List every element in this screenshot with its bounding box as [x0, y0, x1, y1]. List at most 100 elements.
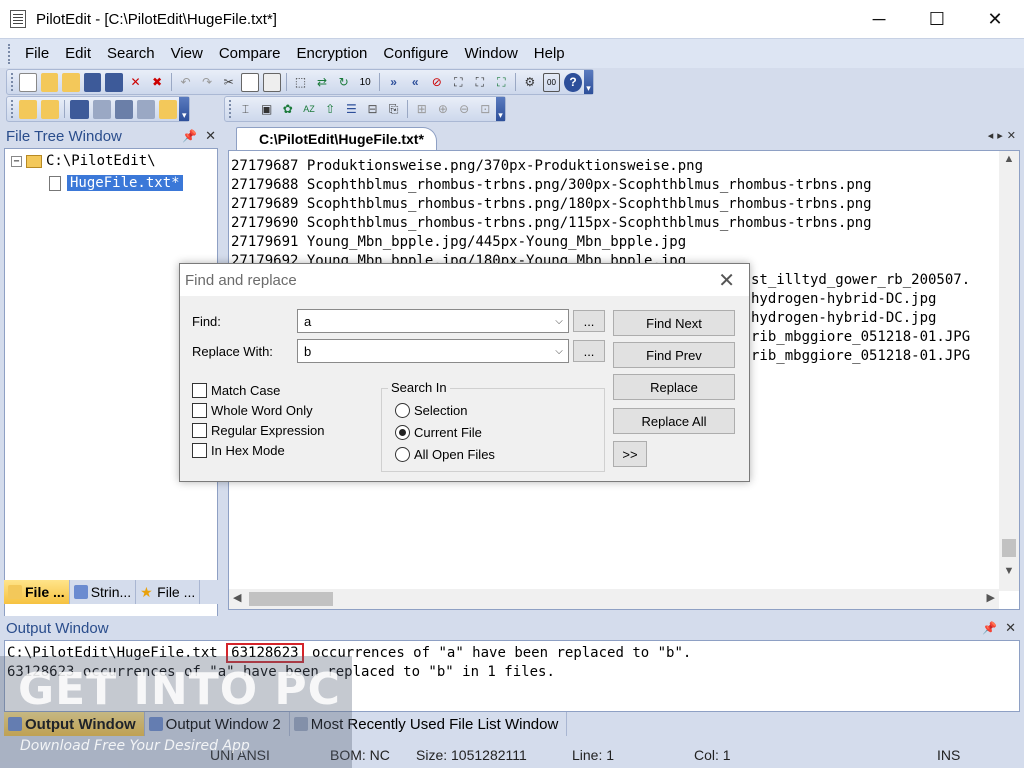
toolbar-overflow-icon[interactable]: ▾: [583, 70, 594, 94]
open-folder-icon[interactable]: [40, 72, 59, 92]
new-window-icon[interactable]: ▣: [258, 100, 275, 119]
column-mode-icon[interactable]: ⌶: [237, 100, 254, 119]
undo-icon[interactable]: ↶: [177, 73, 195, 92]
redo-icon[interactable]: ↷: [198, 73, 216, 92]
menu-encryption[interactable]: Encryption: [289, 45, 376, 62]
tab-file-tree[interactable]: File ...: [4, 580, 70, 604]
select-icon[interactable]: ⬚: [292, 73, 310, 92]
save-icon[interactable]: [83, 72, 102, 92]
scroll-up-icon[interactable]: ▲: [999, 153, 1019, 165]
scroll-right-icon[interactable]: ▶: [987, 591, 995, 604]
menu-search[interactable]: Search: [99, 45, 163, 62]
menu-file[interactable]: File: [17, 45, 57, 62]
toolbar-grip[interactable]: [11, 100, 14, 118]
chevron-down-icon[interactable]: ⌵: [550, 316, 568, 327]
more-options-button[interactable]: >>: [613, 441, 647, 467]
replace-combo[interactable]: b ⌵: [297, 339, 569, 363]
open-recent-icon[interactable]: [62, 72, 80, 92]
new-file-icon[interactable]: [18, 72, 37, 92]
indent-icon[interactable]: »: [385, 73, 403, 92]
sort-icon[interactable]: 10: [356, 73, 374, 92]
close-icon[interactable]: ✕: [1005, 620, 1016, 636]
binoculars-icon[interactable]: ⛶: [450, 73, 468, 92]
copy-icon[interactable]: [241, 72, 260, 92]
find-next-button[interactable]: Find Next: [613, 310, 735, 336]
find-replace-icon[interactable]: ⛶: [493, 73, 511, 92]
close-icon[interactable]: ✕: [205, 128, 216, 144]
expand-icon[interactable]: ⊞: [413, 100, 430, 119]
whole-word-checkbox[interactable]: Whole Word Only: [192, 403, 313, 418]
horizontal-scrollbar[interactable]: ◀ ▶: [229, 589, 999, 609]
refresh-icon[interactable]: ↻: [335, 73, 353, 92]
split-icon[interactable]: ⊟: [364, 100, 381, 119]
tab-recent-files[interactable]: Most Recently Used File List Window: [290, 712, 568, 736]
print-preview-icon[interactable]: [114, 99, 133, 119]
replace-button[interactable]: Replace: [613, 374, 735, 400]
tree-file-row[interactable]: HugeFile.txt*: [49, 173, 183, 193]
tools-icon[interactable]: ⚙: [521, 73, 539, 92]
toolbar-grip[interactable]: [229, 100, 232, 118]
scroll-left-icon[interactable]: ◀: [233, 591, 241, 604]
output-text-area[interactable]: C:\PilotEdit\HugeFile.txt 63128623 occur…: [4, 640, 1020, 712]
open-folder-tree-icon[interactable]: [41, 99, 60, 119]
radio-current-file[interactable]: Current File: [395, 425, 482, 440]
menu-view[interactable]: View: [163, 45, 211, 62]
toolbar-overflow-icon[interactable]: ▾: [179, 97, 190, 121]
remove-icon[interactable]: ⊖: [456, 100, 473, 119]
close-button[interactable]: ✕: [966, 0, 1024, 38]
radio-selection[interactable]: Selection: [395, 403, 467, 418]
settings-icon[interactable]: ✿: [279, 100, 296, 119]
editor-line[interactable]: 27179691 Young_Mbn_bpple.jpg/445px-Young…: [231, 233, 970, 252]
page-setup-icon[interactable]: [137, 99, 156, 119]
editor-line[interactable]: 27179688 Scophthblmus_rhombus-trbns.png/…: [231, 176, 970, 195]
help-icon[interactable]: ?: [564, 72, 582, 92]
pin-icon[interactable]: 📌: [182, 129, 197, 143]
minimize-button[interactable]: ─: [850, 0, 908, 38]
menu-configure[interactable]: Configure: [375, 45, 456, 62]
vertical-scrollbar[interactable]: ▲ ▼: [999, 151, 1019, 591]
clear-icon[interactable]: ⊡: [477, 100, 494, 119]
regex-checkbox[interactable]: Regular Expression: [192, 423, 324, 438]
lock-icon[interactable]: [159, 99, 178, 119]
tab-nav-icons[interactable]: ◂▸✕: [988, 129, 1020, 142]
chevron-down-icon[interactable]: ⌵: [550, 346, 568, 357]
find-all-icon[interactable]: ⛶: [471, 73, 489, 92]
find-combo[interactable]: a ⌵: [297, 309, 569, 333]
find-browse-button[interactable]: ...: [573, 310, 605, 332]
scroll-thumb[interactable]: [249, 592, 333, 606]
replace-browse-button[interactable]: ...: [573, 340, 605, 362]
menu-compare[interactable]: Compare: [211, 45, 289, 62]
editor-line[interactable]: 27179690 Scophthblmus_rhombus-trbns.png/…: [231, 214, 970, 233]
tab-output-window[interactable]: Output Window: [4, 712, 145, 736]
stop-icon[interactable]: ⊘: [428, 73, 446, 92]
move-up-icon[interactable]: ⇧: [322, 100, 339, 119]
close-file-icon[interactable]: ✕: [127, 73, 145, 92]
paste-icon[interactable]: [263, 72, 281, 92]
cut-icon[interactable]: ✂: [220, 73, 238, 92]
add-icon[interactable]: ⊕: [434, 100, 451, 119]
editor-line[interactable]: 27179689 Scophthblmus_rhombus-trbns.png/…: [231, 195, 970, 214]
editor-tab-hugefile[interactable]: C:\PilotEdit\HugeFile.txt*: [236, 127, 437, 150]
match-case-checkbox[interactable]: Match Case: [192, 383, 280, 398]
tab-favorite-files[interactable]: ★ File ...: [136, 580, 201, 604]
close-all-icon[interactable]: ✖: [148, 73, 166, 92]
scroll-thumb[interactable]: [1002, 539, 1016, 557]
toolbar-overflow-icon[interactable]: ▾: [495, 97, 505, 121]
editor-line[interactable]: 27179687 Produktionsweise.png/370px-Prod…: [231, 157, 970, 176]
bookmark-icon[interactable]: ⎘: [385, 100, 402, 119]
find-prev-button[interactable]: Find Prev: [613, 342, 735, 368]
maximize-button[interactable]: ☐: [908, 0, 966, 38]
sort-az-icon[interactable]: AZ: [300, 100, 317, 119]
print-icon[interactable]: [92, 99, 111, 119]
list-icon[interactable]: ☰: [343, 100, 360, 119]
hex-icon[interactable]: 00: [542, 72, 561, 92]
goto-icon[interactable]: ⇄: [313, 73, 331, 92]
outdent-icon[interactable]: «: [406, 73, 424, 92]
menu-grip[interactable]: [8, 43, 11, 64]
save-project-icon[interactable]: [70, 99, 89, 119]
open-project-icon[interactable]: [18, 99, 38, 119]
radio-all-open-files[interactable]: All Open Files: [395, 447, 495, 462]
hex-mode-checkbox[interactable]: In Hex Mode: [192, 443, 285, 458]
toolbar-grip[interactable]: [11, 73, 14, 91]
dialog-close-icon[interactable]: ✕: [718, 268, 735, 293]
